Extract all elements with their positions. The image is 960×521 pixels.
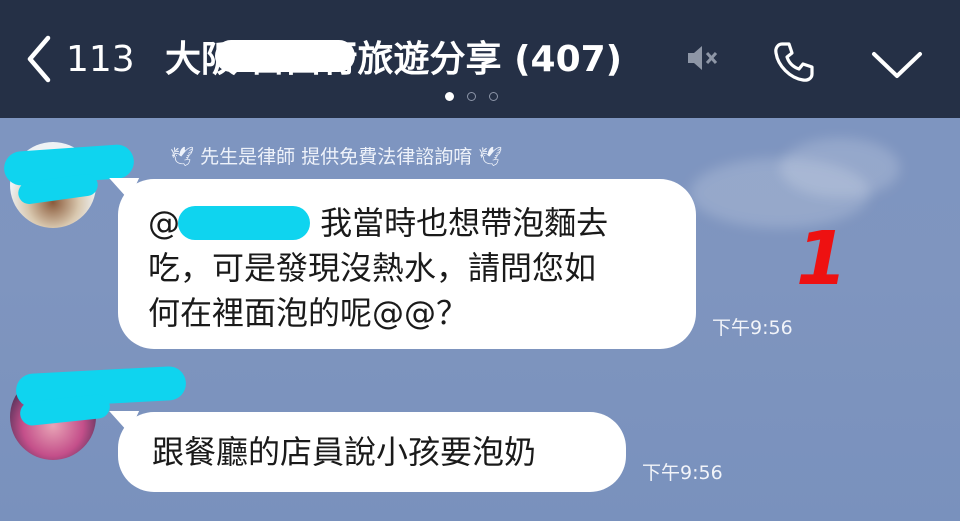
message-time: 下午9:56 [642,462,723,484]
title-redaction [215,40,355,72]
message-line: 何在裡面泡的呢@@？ [148,294,469,332]
mention-redaction [178,206,310,240]
sender-status: 先生是律師 提供免費法律諮詢唷 [200,146,473,168]
unread-count: 113 [66,38,135,80]
page-dot [445,92,454,101]
background-cloud [780,138,900,198]
dove-icon: 🕊 [170,146,195,168]
chevron-down-icon[interactable] [868,46,926,82]
phone-icon[interactable] [770,38,818,86]
page-dot [489,92,498,101]
message-text: 我當時也想帶泡麵去 [320,204,609,242]
message-bubble[interactable]: 跟餐廳的店員說小孩要泡奶 [118,412,626,492]
back-button[interactable]: 113 [22,32,142,86]
message-line: @ 我當時也想帶泡麵去 [148,201,666,246]
chevron-left-icon [27,35,51,83]
message-time: 下午9:56 [712,317,793,339]
message-text: 跟餐廳的店員說小孩要泡奶 [152,433,537,471]
sender-name: 🕊 先生是律師 提供免費法律諮詢唷 🕊 [170,142,502,169]
dove-icon: 🕊 [478,146,503,168]
annotation-number: 1 [796,216,848,302]
chat-header: 113 大阪 自由行旅遊分享 (407) [0,0,960,118]
message-line: 吃，可是發現沒熱水，請問您如 [148,249,597,287]
page-dot [467,92,476,101]
message-bubble[interactable]: @ 我當時也想帶泡麵去 吃，可是發現沒熱水，請問您如 何在裡面泡的呢@@？ [118,179,696,349]
mention: @ [148,204,180,242]
page-indicator [445,92,498,101]
mute-icon [688,46,718,70]
chat-area[interactable]: 🕊 先生是律師 提供免費法律諮詢唷 🕊 @ 我當時也想帶泡麵去 吃，可是發現沒熱… [0,118,960,521]
